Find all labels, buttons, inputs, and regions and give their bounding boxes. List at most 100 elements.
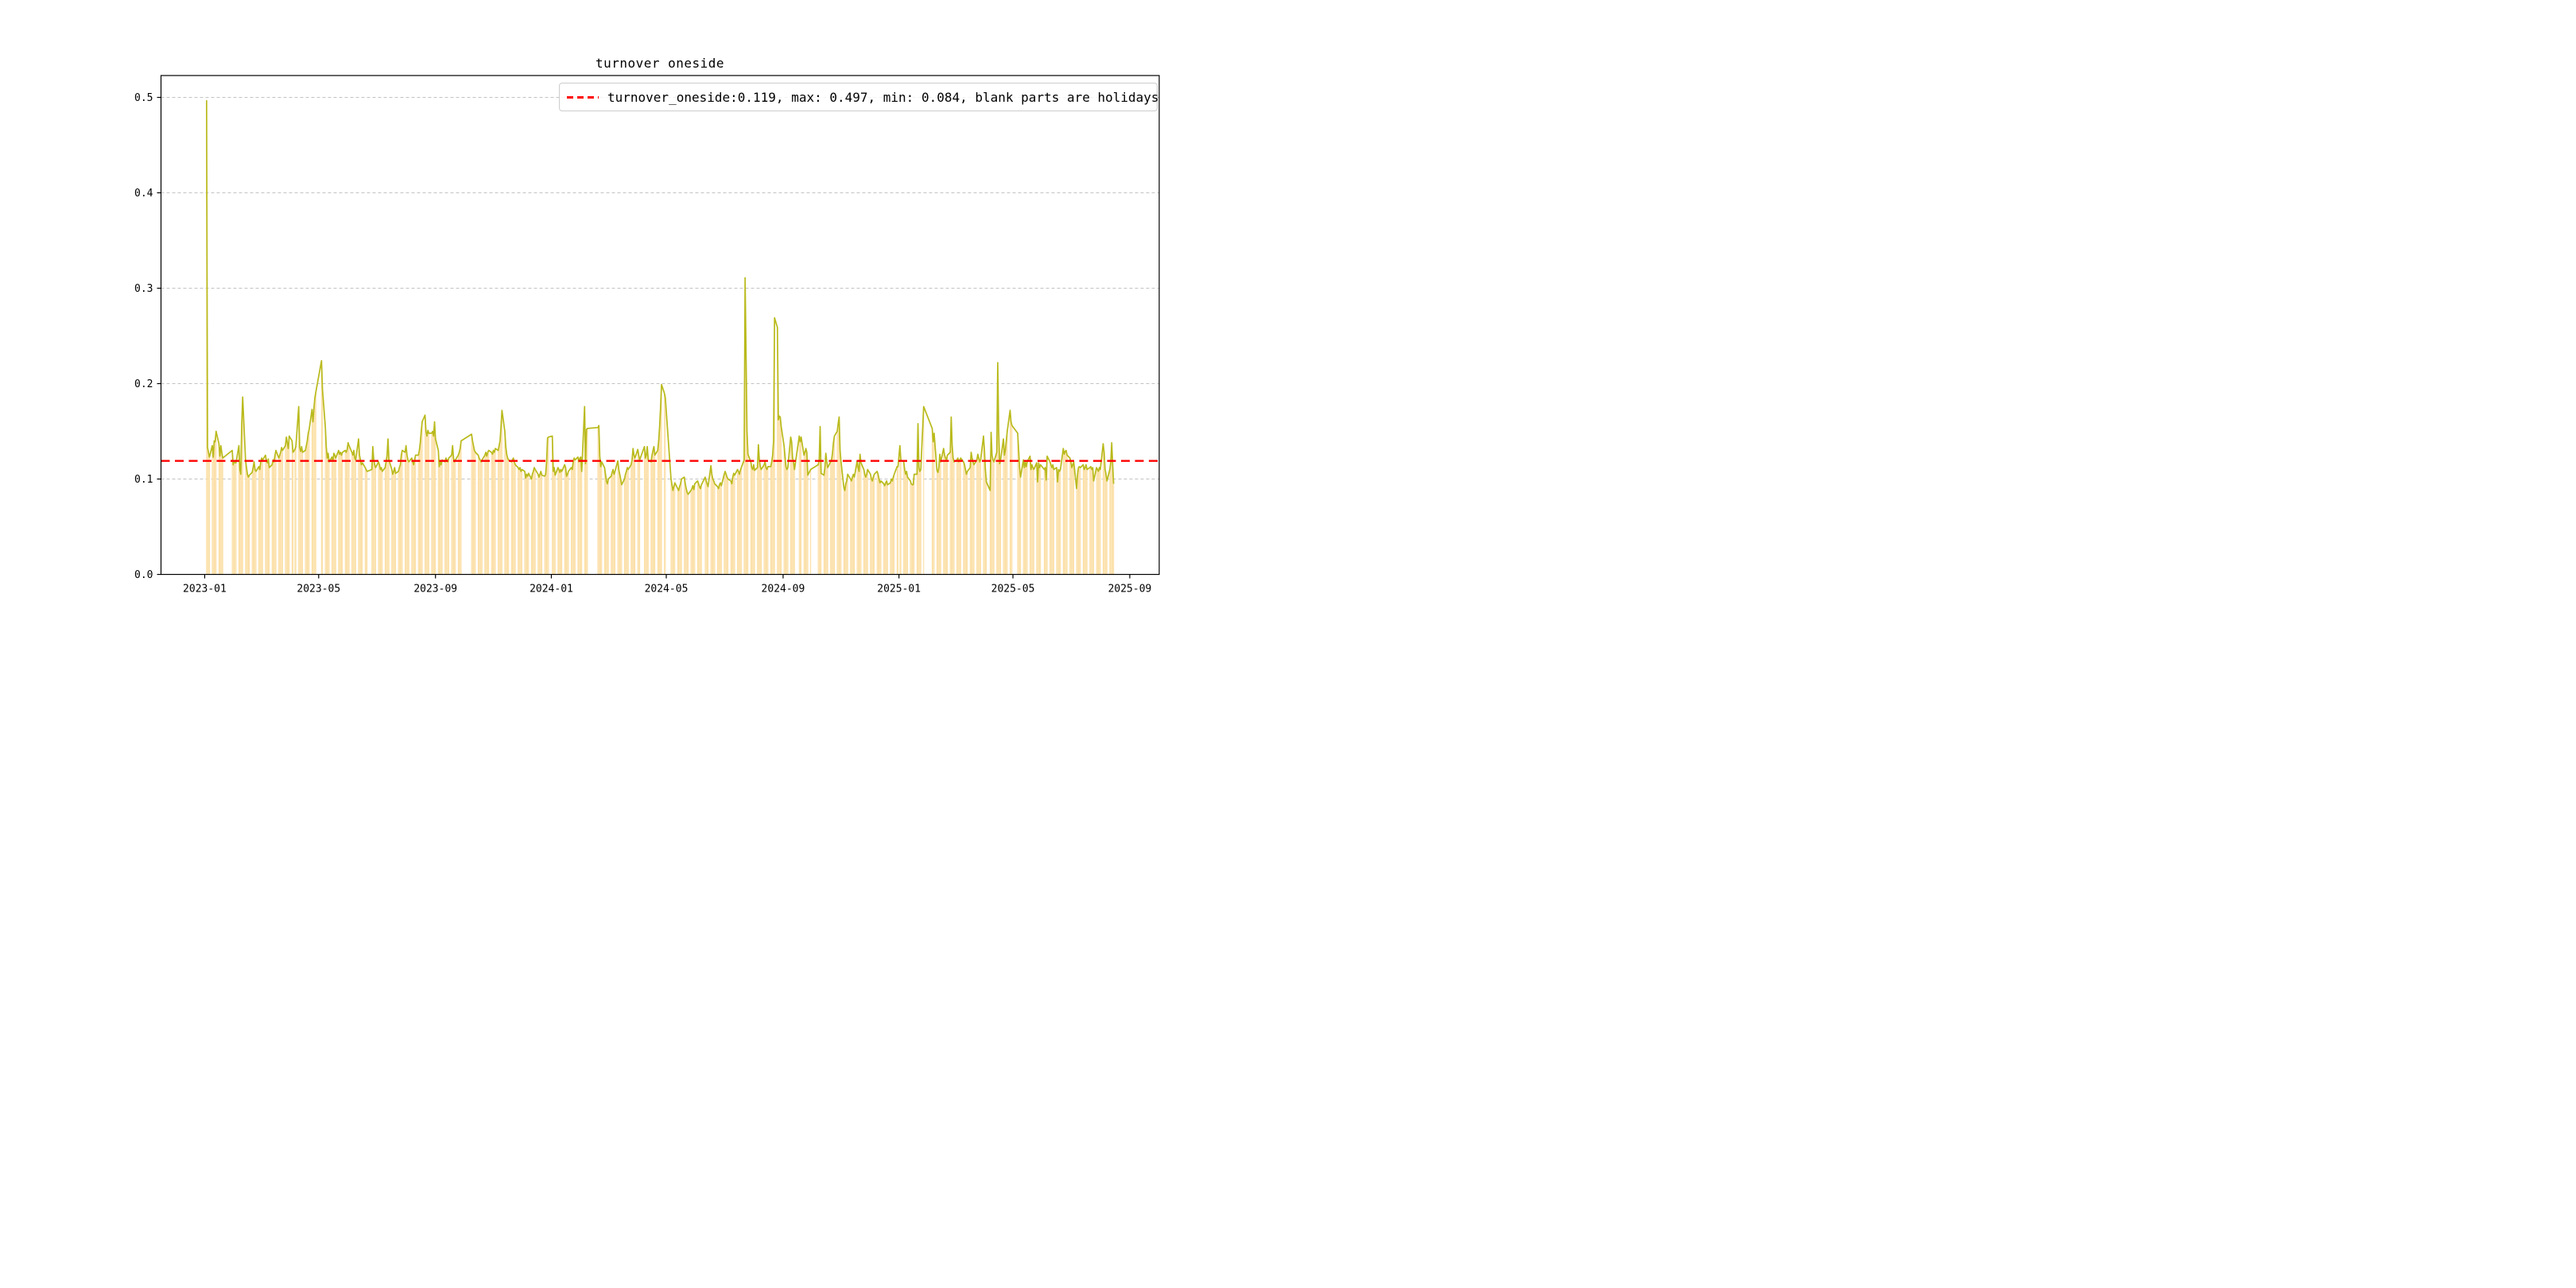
bar [786, 469, 788, 575]
bar [1092, 467, 1093, 575]
bar [1096, 467, 1097, 575]
bar [938, 467, 940, 575]
bar [886, 484, 888, 575]
bar [252, 467, 254, 575]
bar [281, 450, 283, 575]
bar [299, 447, 301, 575]
bar [358, 439, 359, 575]
bar [739, 470, 741, 575]
bar [939, 454, 941, 575]
bar [671, 484, 673, 575]
bar [340, 455, 343, 575]
bar [500, 426, 502, 575]
bar [650, 461, 652, 575]
bar [474, 450, 475, 575]
bar [584, 464, 587, 575]
bar [1009, 410, 1011, 575]
bar [933, 433, 935, 575]
bar [699, 487, 700, 575]
bar [471, 434, 472, 575]
bar [945, 460, 947, 575]
bar [538, 477, 540, 575]
bar [986, 482, 987, 575]
bar [884, 485, 886, 575]
bar [506, 458, 509, 575]
bar [859, 454, 861, 575]
bar [445, 458, 447, 575]
bar [548, 436, 549, 575]
bar [491, 454, 493, 575]
bar [1043, 469, 1046, 575]
bar [698, 483, 700, 575]
bar [904, 469, 906, 575]
bar [325, 446, 327, 575]
bar [286, 442, 288, 575]
bar [255, 471, 257, 575]
bar [437, 450, 439, 575]
bar [446, 460, 448, 575]
bar [249, 475, 250, 575]
bar [415, 455, 417, 575]
bar [1050, 464, 1052, 575]
bar [374, 467, 377, 575]
bar [559, 472, 561, 575]
x-tick-label: 2024-09 [762, 584, 805, 596]
bar [837, 423, 839, 575]
bar [977, 454, 979, 575]
bar [342, 452, 343, 575]
bar [992, 460, 994, 575]
bar [651, 455, 653, 575]
bar [1093, 480, 1095, 575]
bar [913, 484, 914, 575]
bar [1070, 461, 1072, 575]
bar [564, 467, 566, 575]
bar [457, 455, 459, 575]
bar [504, 431, 506, 575]
bar [334, 455, 336, 575]
bar [493, 450, 495, 575]
bar [638, 455, 639, 575]
bar [906, 471, 907, 575]
bar [1006, 440, 1007, 575]
bar [1038, 467, 1041, 575]
bar [1105, 474, 1107, 575]
bar [574, 460, 576, 575]
bar [215, 431, 217, 575]
bar [953, 461, 955, 575]
bar [727, 479, 729, 575]
bar [239, 469, 241, 575]
bar [758, 460, 760, 575]
bar [832, 442, 834, 575]
bar [491, 452, 492, 575]
bar [710, 465, 712, 575]
bar [718, 488, 720, 575]
bar [724, 471, 726, 575]
bar [632, 448, 634, 575]
bar [684, 477, 685, 575]
bar [305, 450, 306, 575]
bar [1077, 467, 1080, 575]
bar [231, 450, 233, 575]
figure: 0.0 0.1 0.2 0.3 0.4 0.5 2023-01 2023-05 2023-09 2… [0, 0, 1288, 644]
bar [359, 455, 360, 575]
bar [444, 461, 446, 575]
bar [392, 474, 394, 575]
bar [1065, 450, 1067, 575]
bar [235, 463, 237, 575]
bar [258, 466, 260, 575]
bar [539, 474, 541, 575]
bar [1017, 433, 1018, 575]
bar [1020, 477, 1022, 575]
bar [831, 460, 832, 575]
bar [384, 467, 386, 575]
bar [906, 477, 908, 575]
bar [259, 469, 261, 575]
bar [541, 475, 543, 575]
bar [1073, 461, 1075, 575]
bar [1084, 467, 1086, 575]
bar [766, 469, 768, 575]
bar [213, 440, 215, 575]
bar [871, 480, 873, 575]
bar [877, 474, 879, 575]
bar [518, 469, 520, 575]
